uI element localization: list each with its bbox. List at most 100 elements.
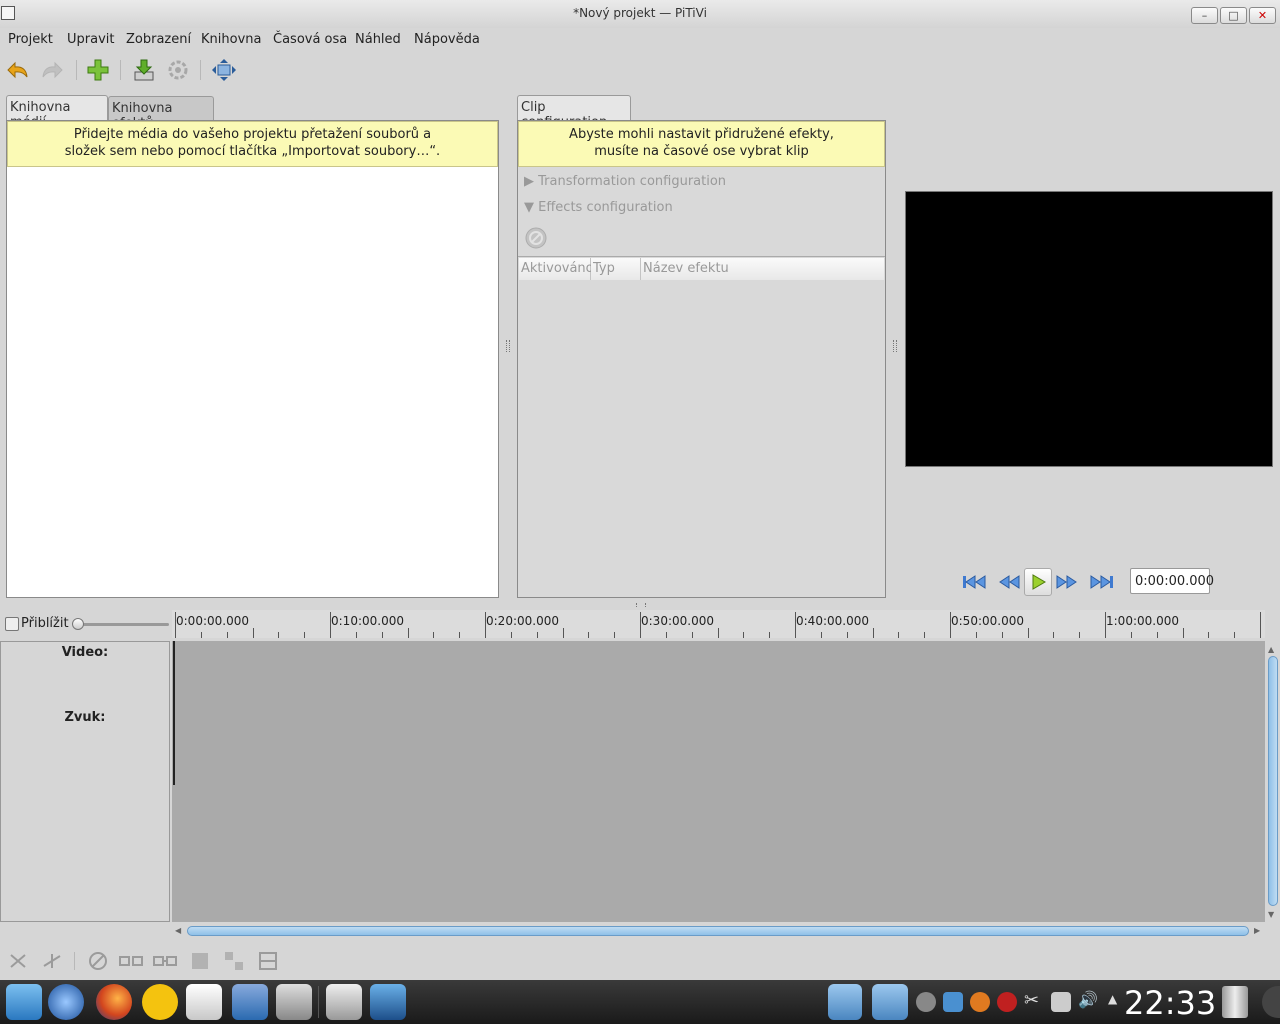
scroll-down-icon[interactable]: ▼	[1268, 910, 1278, 920]
help-icon[interactable]	[970, 992, 990, 1012]
zoom-slider[interactable]	[73, 623, 169, 626]
pane-handle[interactable]	[506, 340, 510, 352]
minimize-button[interactable]: –	[1191, 7, 1218, 24]
undo-icon[interactable]	[4, 56, 32, 84]
ruler-label: 0:20:00.000	[486, 614, 559, 628]
goto-start-icon[interactable]	[960, 568, 988, 596]
zoom-slider-handle[interactable]	[72, 618, 84, 630]
pitivi-task-icon[interactable]	[326, 984, 362, 1020]
unlink-icon[interactable]	[119, 950, 143, 972]
firefox-icon[interactable]	[96, 984, 132, 1020]
ruler-label: 1:00:00.000	[1106, 614, 1179, 628]
forward-icon[interactable]	[1053, 568, 1081, 596]
play-icon	[1032, 574, 1046, 590]
ruler-tick	[846, 632, 848, 638]
volume-icon[interactable]: 🔊	[1078, 990, 1098, 1009]
mail-icon[interactable]	[186, 984, 222, 1020]
pane-handle[interactable]	[893, 340, 897, 352]
settings-icon[interactable]	[276, 984, 312, 1020]
horizontal-scrollbar-thumb[interactable]	[187, 926, 1249, 936]
media-library-panel[interactable]	[6, 120, 499, 598]
ruler-label: 0:00:00.000	[176, 614, 249, 628]
track-label-audio: Zvuk:	[64, 710, 106, 725]
col-typ[interactable]: Typ	[591, 258, 641, 280]
menu-zobrazeni[interactable]: Zobrazení	[126, 32, 191, 47]
close-button[interactable]: ✕	[1249, 7, 1276, 24]
scroll-right-icon[interactable]: ▶	[1254, 926, 1260, 935]
tray-expand-icon[interactable]: ▲	[1108, 992, 1117, 1006]
link-icon[interactable]	[153, 950, 177, 972]
remove-effect-icon[interactable]	[524, 226, 548, 250]
ruler-label: 0:50:00.000	[951, 614, 1024, 628]
pane-handle[interactable]	[636, 603, 646, 607]
effects-expander[interactable]: ▼ Effects configuration	[524, 200, 673, 215]
group-icon[interactable]	[188, 950, 212, 972]
ruler-tick	[1053, 632, 1055, 638]
clipboard-scissors-icon[interactable]: ✂	[1024, 990, 1039, 1011]
info-icon[interactable]	[916, 992, 936, 1012]
app-icon[interactable]	[1, 6, 15, 20]
keyframe-icon[interactable]	[40, 950, 64, 972]
toolbar-separator	[120, 60, 121, 80]
vertical-scrollbar-thumb[interactable]	[1268, 656, 1278, 906]
media-icon[interactable]	[943, 992, 963, 1012]
ruler-tick	[562, 628, 564, 638]
tab-clip-configuration[interactable]: Clip configuration	[517, 95, 631, 130]
ruler-tick	[691, 632, 693, 638]
menu-napoveda[interactable]: Nápověda	[414, 32, 480, 47]
goto-end-icon[interactable]	[1088, 568, 1116, 596]
timeline-canvas[interactable]	[172, 641, 1265, 922]
maximize-button[interactable]: □	[1220, 7, 1247, 24]
ruler-tick	[1156, 632, 1158, 638]
playhead[interactable]	[173, 641, 175, 785]
timecode-field[interactable]: 0:00:00.000	[1130, 568, 1214, 594]
menu-casova-osa[interactable]: Časová osa	[273, 32, 347, 47]
ruler-tick	[200, 632, 202, 638]
tab-effects-library[interactable]: Knihovna efektů	[108, 96, 214, 131]
render-icon[interactable]	[164, 56, 192, 84]
video-preview[interactable]	[905, 191, 1273, 467]
menu-projekt[interactable]: Projekt	[8, 32, 53, 47]
ruler-tick	[588, 632, 590, 638]
toolbar-separator	[200, 60, 201, 80]
menu-upravit[interactable]: Upravit	[67, 32, 114, 47]
import-icon[interactable]	[130, 56, 158, 84]
col-nazev-efektu[interactable]: Název efektu	[641, 258, 884, 280]
ruler-tick	[872, 628, 874, 638]
file-manager-icon[interactable]	[6, 984, 42, 1020]
ruler-tick	[252, 628, 254, 638]
media-player-icon[interactable]	[232, 984, 268, 1020]
title-bar: *Nový projekt — PiTiVi	[0, 0, 1280, 28]
folder-icon[interactable]	[828, 984, 862, 1020]
tab-media-library[interactable]: Knihovna médií	[6, 95, 108, 130]
clip-info: Abyste mohli nastavit přidružené efekty,…	[518, 121, 885, 167]
ruler-tick	[510, 632, 512, 638]
ruler-tick	[1182, 628, 1184, 638]
rewind-icon[interactable]	[995, 568, 1023, 596]
play-button[interactable]	[1024, 568, 1052, 596]
align-icon[interactable]	[256, 950, 280, 972]
delete-icon[interactable]	[86, 950, 110, 972]
timeline-ruler[interactable]: 0:00:00.000 0:10:00.000 0:20:00.000 0:30:00…	[172, 610, 1265, 638]
col-aktivovano[interactable]: Aktivováno	[519, 258, 594, 280]
redo-icon[interactable]	[38, 56, 66, 84]
clock[interactable]: 22:33	[1124, 984, 1216, 1022]
menu-nahled[interactable]: Náhled	[355, 32, 401, 47]
zoom-fit-icon[interactable]	[5, 617, 19, 631]
scroll-left-icon[interactable]: ◀	[175, 926, 181, 935]
network-icon[interactable]	[1051, 992, 1071, 1012]
split-icon[interactable]	[6, 950, 30, 972]
add-media-icon[interactable]	[84, 56, 112, 84]
folder-icon[interactable]	[872, 984, 908, 1020]
fullscreen-icon[interactable]	[210, 56, 238, 84]
scroll-up-icon[interactable]: ▲	[1268, 645, 1278, 655]
image-viewer-icon[interactable]	[370, 984, 406, 1020]
chat-icon[interactable]	[142, 984, 178, 1020]
taskbar-separator	[318, 986, 319, 1018]
menu-knihovna[interactable]: Knihovna	[201, 32, 261, 47]
ungroup-icon[interactable]	[222, 950, 246, 972]
transformation-expander[interactable]: ▶ Transformation configuration	[524, 174, 726, 189]
update-icon[interactable]	[997, 992, 1017, 1012]
kde-menu-icon[interactable]	[48, 984, 84, 1020]
trash-icon[interactable]	[1222, 986, 1248, 1018]
